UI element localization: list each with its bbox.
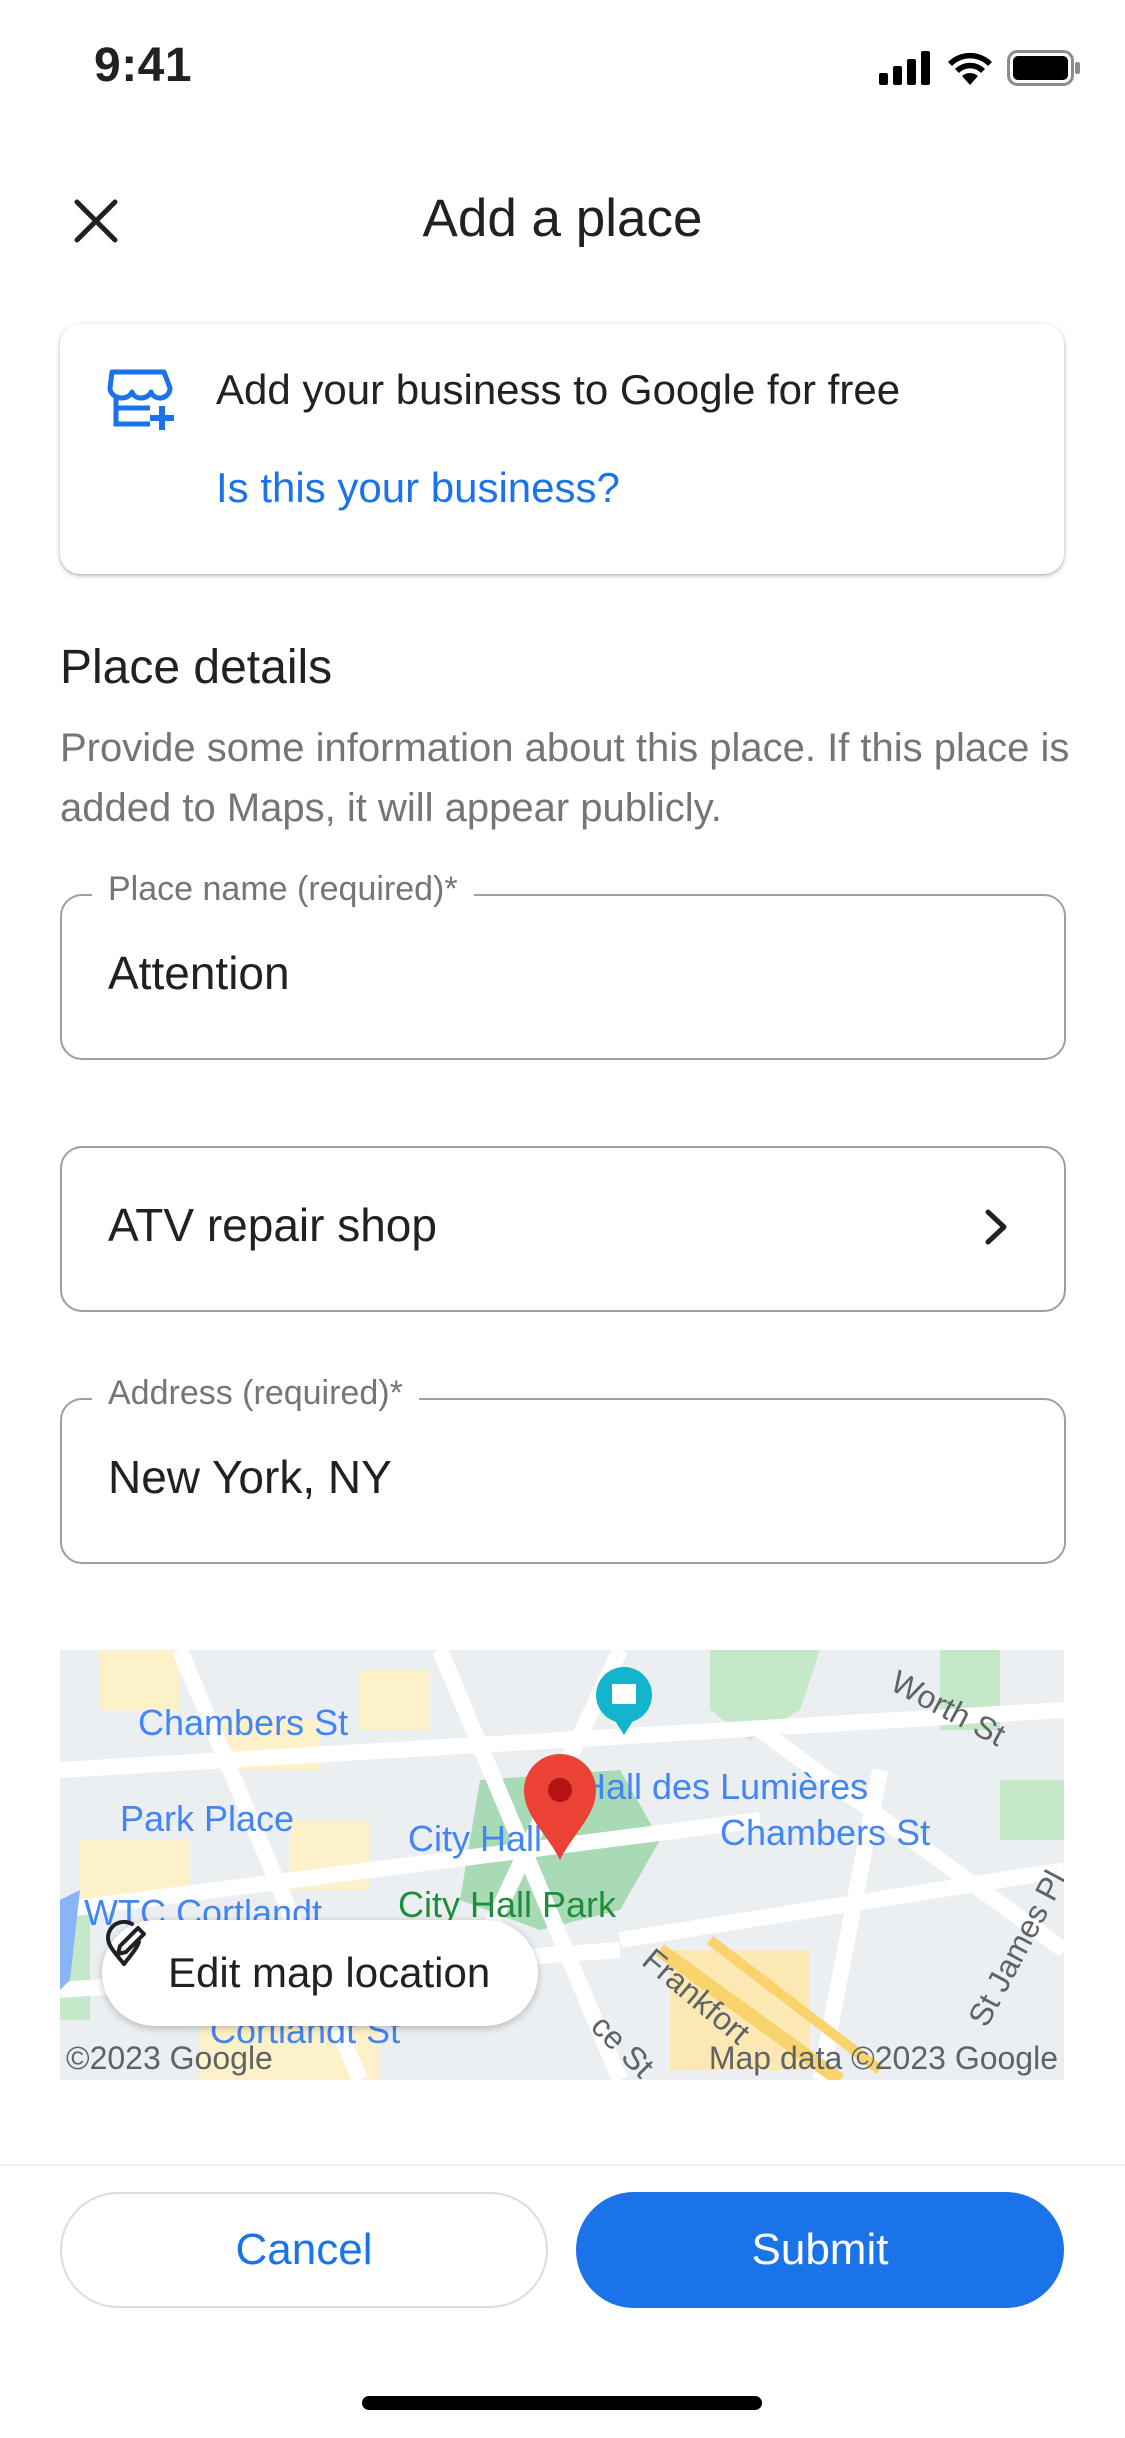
map-copyright-left: ©2023 Google	[66, 2040, 273, 2076]
map-preview[interactable]: Chambers St Park Place City Hall Hall de…	[60, 1650, 1064, 2080]
map-copyright-right: Map data ©2023 Google	[708, 2040, 1058, 2076]
home-indicator[interactable]	[362, 2396, 762, 2410]
place-name-label: Place name (required)*	[92, 870, 474, 909]
place-details-description: Provide some information about this plac…	[60, 726, 1070, 830]
address-label: Address (required)*	[92, 1374, 419, 1413]
status-bar: 9:41	[0, 0, 1125, 135]
category-value: ATV repair shop	[108, 1199, 437, 1251]
add-business-title: Add your business to Google for free	[216, 366, 901, 413]
cellular-signal-icon	[879, 51, 933, 90]
status-time: 9:41	[94, 39, 193, 92]
address-field[interactable]: Address (required)* New York, NY	[60, 1374, 1066, 1564]
address-input[interactable]: New York, NY	[108, 1450, 988, 1504]
map-label-chambers-st-left: Chambers St	[138, 1702, 349, 1743]
submit-button[interactable]: Submit	[576, 2192, 1064, 2308]
header: Add a place	[0, 160, 1125, 280]
page-title: Add a place	[422, 189, 703, 248]
add-business-card[interactable]: Add your business to Google for free Is …	[60, 324, 1064, 574]
storefront-add-icon	[106, 368, 178, 437]
map-label-park-place: Park Place	[120, 1798, 295, 1839]
edit-map-location-button[interactable]: Edit map location	[102, 1920, 539, 2026]
chevron-right-icon	[982, 1204, 1012, 1255]
place-details-title: Place details	[60, 641, 333, 694]
battery-icon	[1007, 50, 1081, 91]
category-field[interactable]: ATV repair shop	[60, 1146, 1066, 1312]
place-name-field[interactable]: Place name (required)* Attention	[60, 870, 1066, 1060]
edit-map-location-label: Edit map location	[168, 1949, 491, 1996]
map-label-chambers-st-right: Chambers St	[720, 1812, 931, 1853]
status-icons	[879, 50, 1081, 91]
map-label-hall-des-lumieres: Hall des Lumières	[580, 1766, 869, 1807]
place-name-input[interactable]: Attention	[108, 946, 988, 1000]
cancel-button[interactable]: Cancel	[60, 2192, 548, 2308]
is-this-your-business-link[interactable]: Is this your business?	[216, 464, 620, 512]
wifi-icon	[947, 51, 993, 90]
